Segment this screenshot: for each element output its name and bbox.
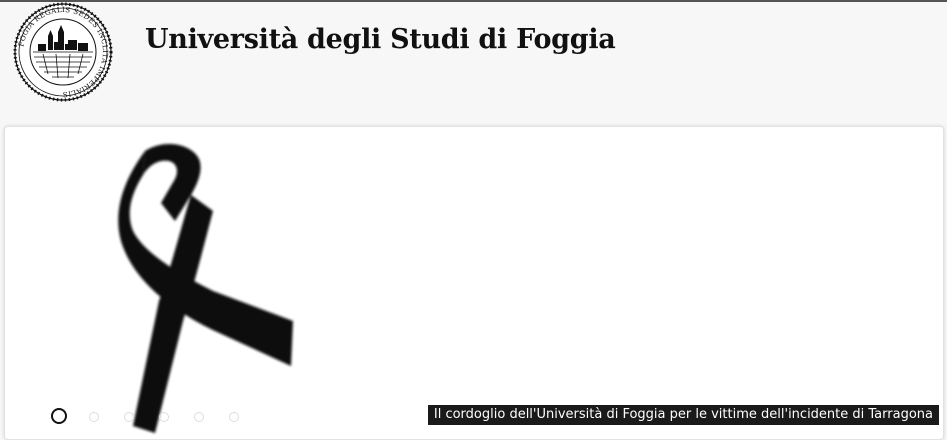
news-slider[interactable]: Il cordoglio dell'Università di Foggia p… [4, 126, 944, 440]
slide-caption[interactable]: Il cordoglio dell'Università di Foggia p… [427, 405, 939, 425]
university-seal-logo[interactable]: FOGIA REGALIS SEDES INCLITA IMPERIALIS [8, 2, 118, 102]
slide-dot-1[interactable] [51, 408, 67, 424]
slide-image[interactable] [103, 141, 303, 439]
slide-dot-4[interactable] [159, 412, 169, 422]
black-ribbon-icon [118, 144, 293, 433]
slide-dot-3[interactable] [124, 412, 134, 422]
seal-icon: FOGIA REGALIS SEDES INCLITA IMPERIALIS [13, 2, 113, 102]
slide-dot-6[interactable] [229, 412, 239, 422]
site-title[interactable]: Università degli Studi di Foggia [145, 24, 616, 55]
site-header: FOGIA REGALIS SEDES INCLITA IMPERIALIS U… [0, 2, 947, 120]
slide-dot-5[interactable] [194, 412, 204, 422]
slide-dot-2[interactable] [89, 412, 99, 422]
